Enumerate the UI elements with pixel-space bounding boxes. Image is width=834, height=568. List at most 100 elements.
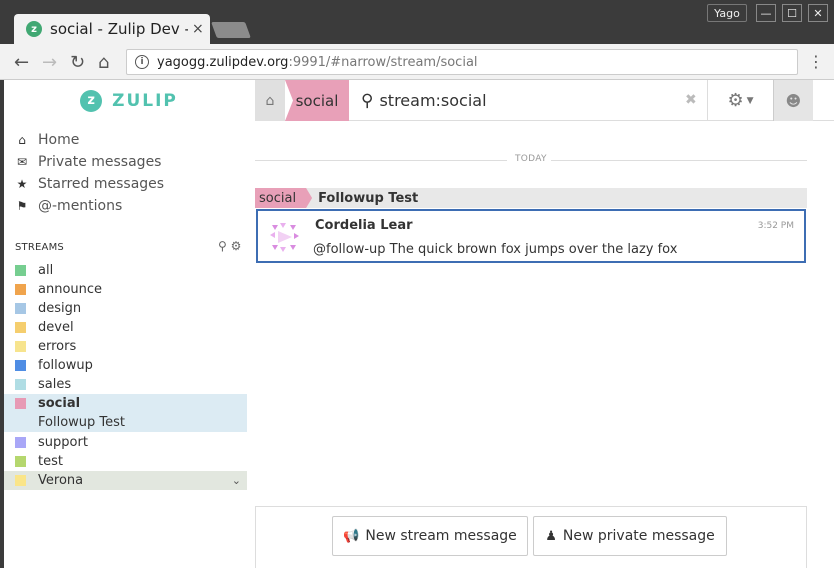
search-query: stream:social — [379, 91, 487, 110]
reload-icon[interactable]: ↻ — [70, 52, 85, 73]
date-divider-label: TODAY — [515, 154, 547, 164]
url-host: yagogg.zulipdev.org — [157, 54, 289, 70]
sidebar-item-stream[interactable]: all — [4, 261, 247, 280]
stream-color-swatch — [15, 379, 26, 390]
sidebar-item-label: @-mentions — [38, 198, 123, 214]
stream-search-icon[interactable]: ⚲ — [218, 239, 227, 253]
search-input[interactable]: ⚲ stream:social — [351, 80, 711, 121]
stream-color-swatch — [15, 456, 26, 467]
recipient-bar: social Followup Test — [255, 188, 807, 208]
sidebar-item-mentions[interactable]: ⚑ @-mentions — [14, 198, 123, 214]
stream-name: all — [38, 263, 54, 278]
stream-name: announce — [38, 282, 103, 297]
close-window-button[interactable]: ✕ — [808, 4, 828, 22]
back-arrow-icon[interactable]: ← — [14, 52, 29, 73]
stream-color-swatch — [15, 322, 26, 333]
sidebar-item-label: Private messages — [38, 154, 162, 170]
envelope-icon: ✉ — [16, 155, 28, 169]
home-icon: ⌂ — [18, 133, 26, 147]
date-divider: TODAY — [255, 153, 807, 167]
browser-home-icon[interactable]: ⌂ — [98, 52, 109, 73]
stream-breadcrumb[interactable]: social — [285, 80, 349, 121]
sidebar-item-stream[interactable]: devel — [4, 318, 247, 337]
site-info-icon[interactable]: i — [135, 55, 149, 69]
date-divider-line — [551, 160, 807, 161]
zulip-app: z ZULIP ⌂ social ⚲ stream:social ✖ ⚙ ▼ ☻ … — [4, 80, 834, 568]
sidebar-item-stream[interactable]: test — [4, 452, 247, 471]
zulip-favicon-icon: z — [26, 21, 42, 37]
browser-titlebar: z social - Zulip Dev - Z × Yago — ☐ ✕ — [0, 0, 834, 44]
avatar[interactable] — [266, 219, 302, 255]
message-timestamp[interactable]: 3:52 PM — [758, 221, 794, 231]
recipient-stream-label[interactable]: social — [255, 188, 312, 208]
message-content: @follow-up The quick brown fox jumps ove… — [313, 242, 678, 257]
new-tab-button[interactable] — [211, 22, 251, 38]
minimize-button[interactable]: — — [756, 4, 776, 22]
stream-color-swatch — [15, 284, 26, 295]
stream-color-swatch — [15, 475, 26, 486]
sidebar-item-stream[interactable]: announce — [4, 280, 247, 299]
megaphone-icon: 📢 — [343, 528, 360, 544]
compose-bar: 📢 New stream message ♟ New private messa… — [255, 506, 807, 568]
sidebar-item-stream[interactable]: design — [4, 299, 247, 318]
stream-color-swatch — [15, 303, 26, 314]
zulip-logo[interactable]: z ZULIP — [4, 80, 254, 121]
stream-name: devel — [38, 320, 74, 335]
address-bar[interactable]: i yagogg.zulipdev.org:9991/#narrow/strea… — [126, 49, 798, 75]
streams-tools: ⚲ ⚙ — [218, 239, 241, 253]
streams-header: STREAMS — [15, 242, 64, 253]
home-icon[interactable]: ⌂ — [255, 80, 285, 121]
stream-color-swatch — [15, 437, 26, 448]
settings-gear-icon[interactable]: ⚙ ▼ — [707, 80, 773, 121]
stream-name: followup — [38, 358, 93, 373]
tab-close-icon[interactable]: × — [192, 21, 204, 37]
sidebar-item-label: Home — [38, 132, 80, 148]
sidebar-item-stream[interactable]: sales — [4, 375, 247, 394]
stream-name: social — [38, 396, 81, 411]
sidebar-item-stream[interactable]: errors — [4, 337, 247, 356]
date-divider-line — [255, 160, 507, 161]
url-path: :9991/#narrow/stream/social — [288, 54, 478, 70]
browser-tab[interactable]: z social - Zulip Dev - Z × — [14, 14, 210, 44]
stream-color-swatch — [15, 398, 26, 409]
sidebar-topic-item[interactable]: Followup Test — [4, 413, 247, 432]
stream-color-swatch — [15, 360, 26, 371]
user-icon: ♟ — [545, 528, 557, 544]
selected-message[interactable]: Cordelia Lear 3:52 PM @follow-up The qui… — [256, 209, 806, 263]
sidebar-item-starred[interactable]: ★ Starred messages — [14, 176, 164, 192]
chevron-down-icon[interactable]: ⌄ — [232, 474, 241, 487]
sidebar-item-stream-active[interactable]: social — [4, 394, 247, 413]
stream-name: Verona — [38, 473, 84, 488]
right-sidebar-collapsed — [807, 121, 834, 568]
stream-name: design — [38, 301, 82, 316]
sidebar-item-home[interactable]: ⌂ Home — [14, 132, 79, 148]
tag-icon: ⚑ — [16, 199, 28, 213]
search-icon: ⚲ — [361, 90, 374, 111]
new-private-message-label: New private message — [562, 528, 715, 544]
sidebar-item-stream[interactable]: support — [4, 433, 247, 452]
stream-name: support — [38, 435, 88, 450]
new-private-message-button[interactable]: ♟ New private message — [533, 516, 727, 556]
stream-color-swatch — [15, 341, 26, 352]
message-sender[interactable]: Cordelia Lear — [315, 218, 413, 233]
sidebar-item-private-messages[interactable]: ✉ Private messages — [14, 154, 162, 170]
new-stream-message-button[interactable]: 📢 New stream message — [332, 516, 528, 556]
stream-settings-gear-icon[interactable]: ⚙ — [231, 239, 242, 253]
users-list-icon[interactable]: ☻ — [773, 80, 813, 121]
sidebar-item-label: Starred messages — [38, 176, 165, 192]
sidebar-item-stream[interactable]: Verona ⌄ — [4, 471, 247, 490]
clear-search-icon[interactable]: ✖ — [685, 92, 697, 108]
sidebar-item-stream[interactable]: followup — [4, 356, 247, 375]
profile-button[interactable]: Yago — [707, 4, 747, 22]
browser-menu-icon[interactable]: ⋮ — [808, 52, 824, 71]
maximize-button[interactable]: ☐ — [782, 4, 802, 22]
stream-name: errors — [38, 339, 77, 354]
star-icon: ★ — [16, 177, 28, 191]
tab-title: social - Zulip Dev - Z — [50, 20, 188, 38]
stream-name: test — [38, 454, 63, 469]
forward-arrow-icon[interactable]: → — [42, 52, 57, 73]
stream-color-swatch — [15, 265, 26, 276]
new-stream-message-label: New stream message — [365, 528, 517, 544]
browser-toolbar: ← → ↻ ⌂ i yagogg.zulipdev.org:9991/#narr… — [0, 44, 834, 80]
recipient-topic-label[interactable]: Followup Test — [318, 191, 418, 206]
